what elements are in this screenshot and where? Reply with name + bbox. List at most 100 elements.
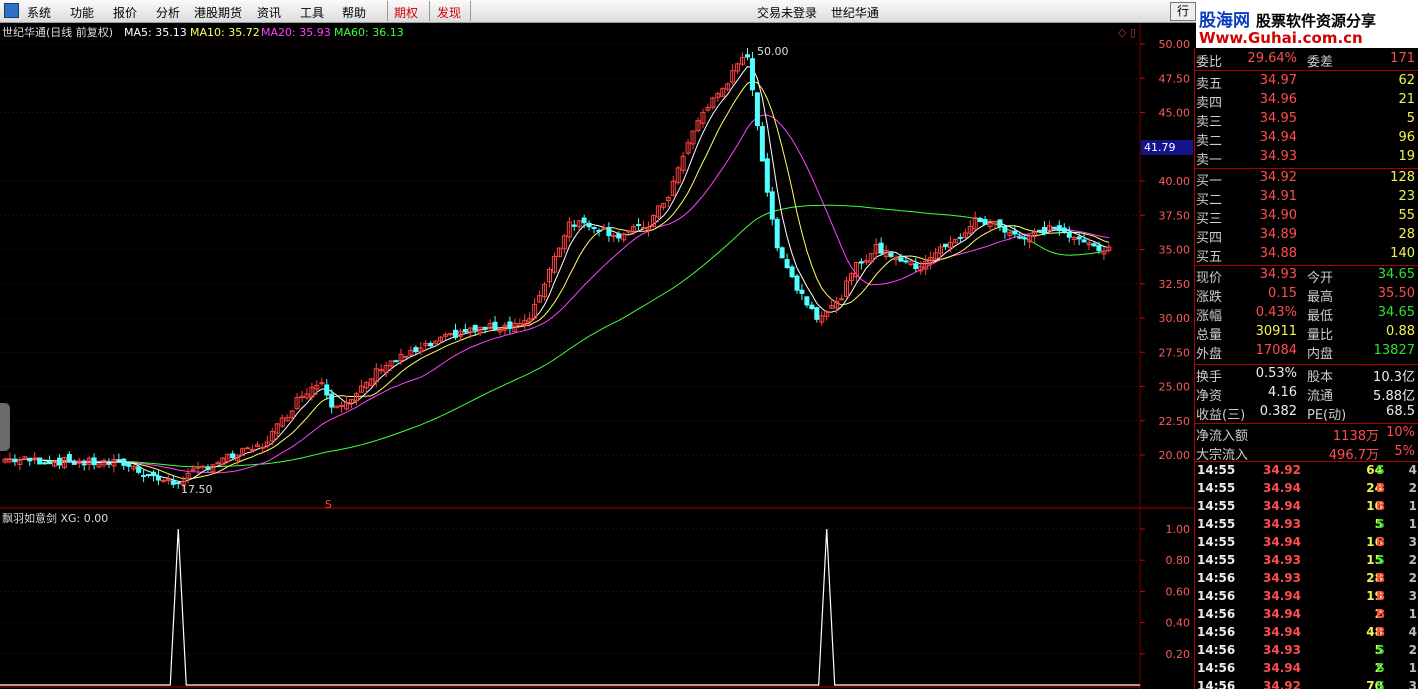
stat-row: 总量 30911 量比 0.88 <box>1195 324 1418 343</box>
ask-price: 34.96 <box>1259 92 1297 107</box>
tick-row[interactable]: 14:56 34.92 70 S 3 <box>1195 679 1418 689</box>
candle-down <box>759 126 765 162</box>
menu-help[interactable]: 帮助 <box>342 4 366 21</box>
menu-news[interactable]: 资讯 <box>257 4 281 21</box>
brand-watermark: 股海网 股票软件资源分享 Www.Guhai.com.cn <box>1196 0 1418 48</box>
divider <box>1195 423 1418 424</box>
tick-time: 14:55 <box>1197 499 1236 513</box>
candle-down <box>507 321 513 329</box>
tick-side: B <box>1376 499 1386 513</box>
tick-time: 14:56 <box>1197 679 1236 689</box>
tick-side: B <box>1376 535 1386 549</box>
stat-label: 最高 <box>1307 290 1334 305</box>
tick-row[interactable]: 14:56 34.94 2 S 1 <box>1195 661 1418 679</box>
fundamental-value: 0.382 <box>1259 404 1297 419</box>
committee-diff-label: 委差 <box>1307 55 1334 70</box>
tick-side: B <box>1376 481 1386 495</box>
candle-up <box>195 466 201 469</box>
menu-discover[interactable]: 发现 <box>437 4 461 21</box>
kline-chart[interactable]: 50.00 47.50 45.00 40.00 37.50 35.00 32.50 30.00… <box>0 23 1194 689</box>
fundamental-value: 68.5 <box>1386 404 1415 419</box>
menu-options[interactable]: 期权 <box>394 4 418 21</box>
menu-tools[interactable]: 工具 <box>300 4 324 21</box>
stat-label: 外盘 <box>1196 347 1223 362</box>
bid-price: 34.90 <box>1259 208 1297 223</box>
tick-count: 3 <box>1408 535 1417 549</box>
tick-time: 14:55 <box>1197 535 1236 549</box>
chart-mode-icon[interactable]: ◇ ▯ <box>1118 26 1136 39</box>
ma5-legend: MA5: 35.13 <box>124 26 187 39</box>
login-status-area: 交易未登录 世纪华通 <box>757 4 889 21</box>
stat-label: 涨幅 <box>1196 309 1223 324</box>
bid-price: 34.92 <box>1259 170 1297 185</box>
tick-time: 14:55 <box>1197 553 1236 567</box>
divider <box>1195 70 1418 71</box>
candle-down <box>12 458 18 463</box>
menu-hk-futures[interactable]: 港股期货 <box>194 4 242 21</box>
tick-row[interactable]: 14:56 34.93 28 B 2 <box>1195 571 1418 589</box>
tick-side: B <box>1376 625 1386 639</box>
menu-system[interactable]: 系统 <box>27 4 51 21</box>
flow-label: 大宗流入 <box>1196 448 1249 463</box>
tick-row[interactable]: 14:55 34.94 10 B 1 <box>1195 499 1418 517</box>
candle-down <box>393 360 399 363</box>
bid-level-label: 买三 <box>1196 212 1223 227</box>
tick-row[interactable]: 14:55 34.94 24 B 2 <box>1195 481 1418 499</box>
brand-line: 股海网 股票软件资源分享 <box>1199 6 1376 31</box>
fundamental-value: 4.16 <box>1268 385 1297 400</box>
tick-row[interactable]: 14:55 34.93 15 S 2 <box>1195 553 1418 571</box>
app-logo-icon[interactable] <box>4 3 19 18</box>
panel-collapse-handle[interactable] <box>0 403 10 451</box>
tick-row[interactable]: 14:56 34.94 19 B 3 <box>1195 589 1418 607</box>
candle-down <box>452 329 458 338</box>
candle-down <box>774 218 780 249</box>
candle-up <box>200 465 206 468</box>
y-tick-label: 22.50 <box>1159 415 1191 428</box>
y-tick-label: 32.50 <box>1159 278 1191 291</box>
candle-up <box>319 382 325 385</box>
quote-toggle-button[interactable]: 行 <box>1170 2 1196 21</box>
menu-function[interactable]: 功能 <box>70 4 94 21</box>
candle-down <box>799 289 805 294</box>
tick-time: 14:55 <box>1197 463 1236 477</box>
tick-row[interactable]: 14:55 34.92 64 S 4 <box>1195 463 1418 481</box>
candle-down <box>957 236 963 239</box>
candle-down <box>1012 230 1018 235</box>
tick-side: S <box>1376 679 1385 689</box>
tick-price: 34.93 <box>1263 553 1301 567</box>
candle-down <box>858 261 864 264</box>
stat-value: 0.15 <box>1268 286 1297 301</box>
ask-price: 34.97 <box>1259 73 1297 88</box>
tick-price: 34.92 <box>1263 679 1301 689</box>
candle-down <box>1066 231 1072 238</box>
divider <box>1195 364 1418 365</box>
committee-ratio-label: 委比 <box>1196 55 1223 70</box>
candle-down <box>482 326 488 330</box>
tick-side: B <box>1376 607 1386 621</box>
tick-price: 34.93 <box>1263 517 1301 531</box>
bid-row: 买二 34.91 23 <box>1195 189 1418 208</box>
candle-down <box>636 224 642 227</box>
ask-price: 34.93 <box>1259 149 1297 164</box>
login-status[interactable]: 交易未登录 <box>757 6 817 20</box>
candle-down <box>571 224 577 227</box>
candle-down <box>809 304 815 310</box>
candle-down <box>888 252 894 257</box>
ma10-line <box>4 80 1110 480</box>
tick-row[interactable]: 14:56 34.93 5 S 2 <box>1195 643 1418 661</box>
menu-analysis[interactable]: 分析 <box>156 4 180 21</box>
menu-quote[interactable]: 报价 <box>113 4 137 21</box>
bid-level-label: 买四 <box>1196 231 1223 246</box>
low-price-label: 17.50 <box>181 483 213 496</box>
tick-row[interactable]: 14:56 34.94 48 B 4 <box>1195 625 1418 643</box>
candle-down <box>779 247 785 259</box>
candle-down <box>126 463 132 467</box>
candle-down <box>1056 225 1062 232</box>
tick-row[interactable]: 14:55 34.94 16 B 3 <box>1195 535 1418 553</box>
tick-time: 14:56 <box>1197 625 1236 639</box>
candle-down <box>42 462 48 465</box>
candle-down <box>586 222 592 228</box>
candle-down <box>1096 245 1102 252</box>
tick-row[interactable]: 14:56 34.94 2 B 1 <box>1195 607 1418 625</box>
tick-row[interactable]: 14:55 34.93 5 S 1 <box>1195 517 1418 535</box>
